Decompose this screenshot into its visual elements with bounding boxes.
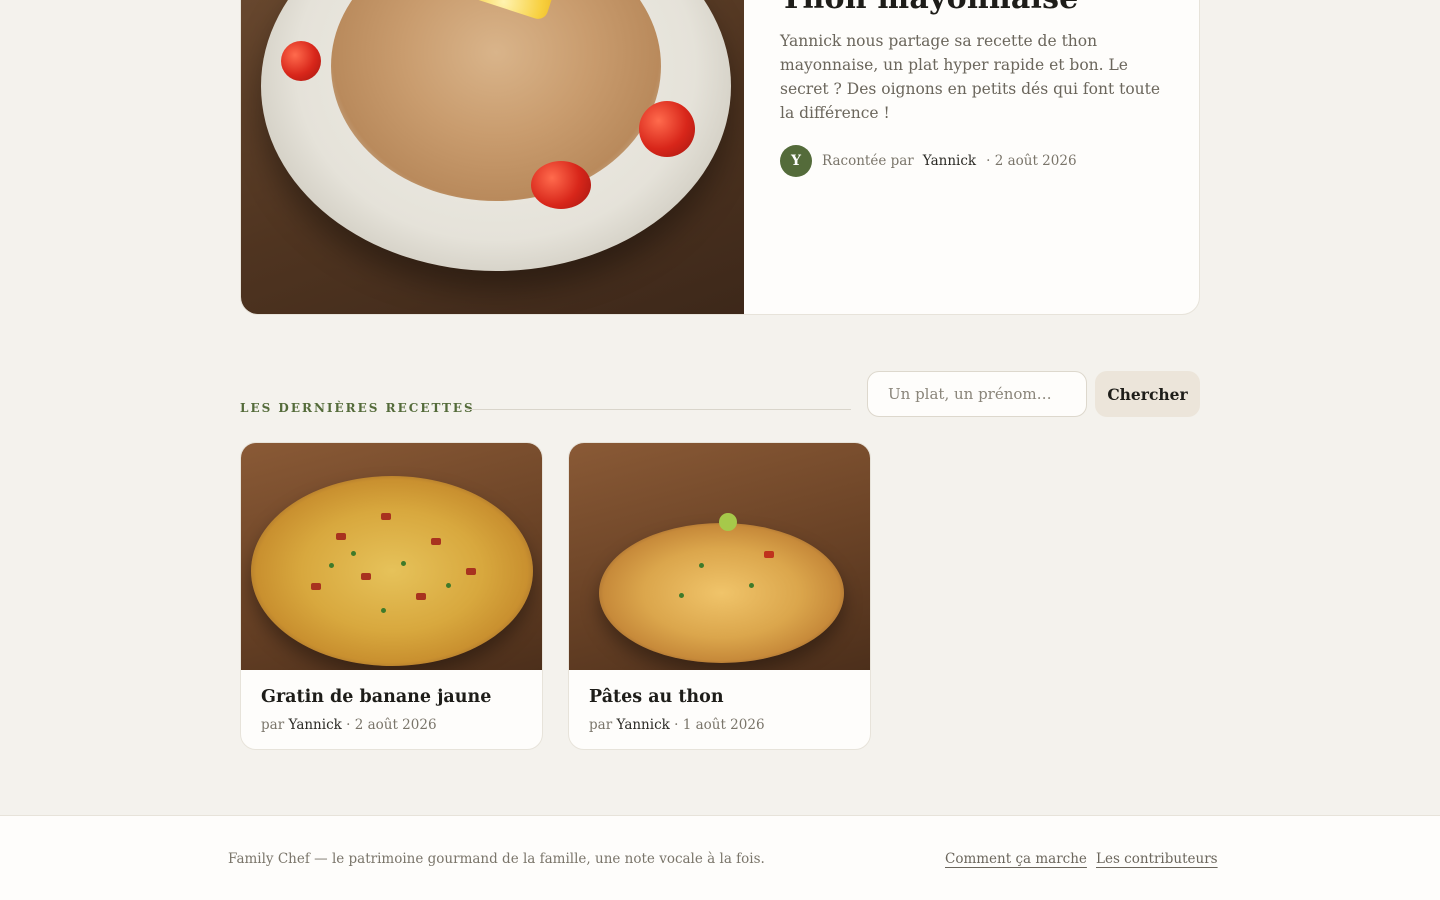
search-button[interactable]: Chercher <box>1095 371 1200 417</box>
gratin-dish <box>251 476 533 666</box>
avatar: Y <box>780 145 812 177</box>
footer-link-contributors[interactable]: Les contributeurs <box>1096 851 1218 867</box>
told-by-label: Racontée par <box>822 153 914 169</box>
footer: Family Chef — le patrimoine gourmand de … <box>0 815 1440 900</box>
section-divider <box>465 409 851 410</box>
recipe-card-meta: par Yannick · 2 août 2026 <box>261 717 437 733</box>
featured-author-name[interactable]: Yannick <box>923 153 976 169</box>
featured-recipe-title[interactable]: Thon mayonnaise <box>780 0 1078 16</box>
recipe-card[interactable]: Pâtes au thon par Yannick · 1 août 2026 <box>568 442 871 750</box>
footer-link-how-it-works[interactable]: Comment ça marche <box>945 851 1087 867</box>
featured-date: · 2 août 2026 <box>986 153 1077 169</box>
recipe-card-image[interactable] <box>569 443 870 670</box>
search-input[interactable] <box>867 371 1087 417</box>
footer-tagline: Family Chef — le patrimoine gourmand de … <box>228 851 765 867</box>
pasta-dish <box>599 523 844 663</box>
recipe-card-meta: par Yannick · 1 août 2026 <box>589 717 765 733</box>
recipe-card-date: · 1 août 2026 <box>674 717 765 733</box>
recipe-card-author[interactable]: Yannick <box>616 717 669 733</box>
featured-recipe-body: Thon mayonnaise Yannick nous partage sa … <box>744 0 1199 314</box>
recipe-card-title[interactable]: Pâtes au thon <box>589 687 724 707</box>
featured-recipe-card[interactable]: Thon mayonnaise Yannick nous partage sa … <box>240 0 1200 315</box>
section-heading: Les dernières recettes <box>240 401 475 415</box>
recipe-card-author[interactable]: Yannick <box>288 717 341 733</box>
featured-recipe-description: Yannick nous partage sa recette de thon … <box>780 32 1161 122</box>
recipe-card[interactable]: Gratin de banane jaune par Yannick · 2 a… <box>240 442 543 750</box>
recipe-card-date: · 2 août 2026 <box>346 717 437 733</box>
featured-author-row: Y Racontée par Yannick · 2 août 2026 <box>780 145 1077 177</box>
featured-recipe-image[interactable] <box>241 0 744 314</box>
recipe-card-image[interactable] <box>241 443 542 670</box>
recipe-card-title[interactable]: Gratin de banane jaune <box>261 687 491 707</box>
